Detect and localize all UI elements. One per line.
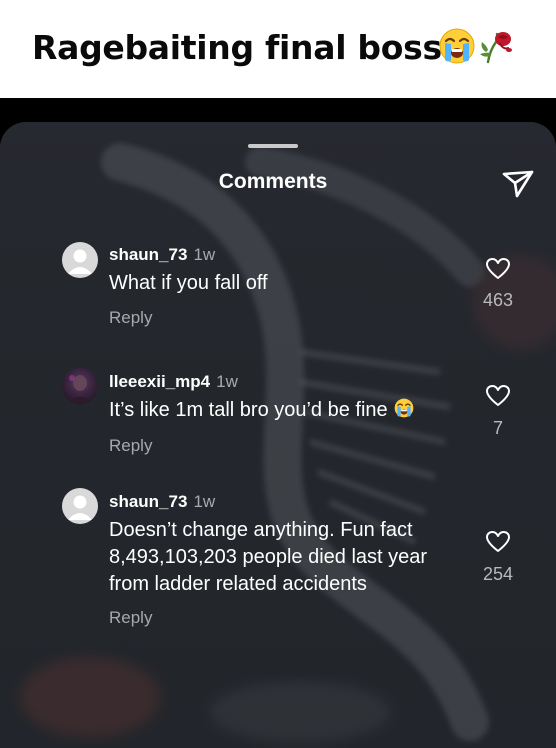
username-text[interactable]: shaun_73 xyxy=(109,492,187,511)
comment-line: What if you fall off xyxy=(109,272,268,294)
comment-line: from ladder related accidents xyxy=(109,573,367,595)
like-count: 254 xyxy=(482,564,514,584)
sheet-title: Comments xyxy=(218,170,328,193)
comment-line: Doesn’t change anything. Fun fact xyxy=(109,519,413,541)
profile-photo xyxy=(67,375,93,404)
paper-plane-icon[interactable] xyxy=(500,166,536,202)
comment-text: It’s like 1m tall bro you’d be fine xyxy=(109,397,415,424)
comment-time: 1w xyxy=(193,492,216,511)
comment-line: It’s like 1m tall bro you’d be fine xyxy=(109,399,388,421)
username-text[interactable]: shaun_73 xyxy=(109,245,187,264)
comment-line: 8,493,103,203 people died last year xyxy=(109,546,428,568)
comment-time: 1w xyxy=(216,372,238,391)
caption-title: Ragebaiting final boss xyxy=(32,28,442,67)
reply-button[interactable]: Reply xyxy=(109,608,152,628)
like-count: 7 xyxy=(492,418,503,438)
comment-username[interactable]: shaun_73 1w xyxy=(109,245,215,265)
heart-icon[interactable] xyxy=(485,257,511,281)
avatar[interactable] xyxy=(62,242,98,278)
heart-icon[interactable] xyxy=(485,530,511,554)
default-avatar-icon xyxy=(68,495,92,520)
heart-icon[interactable] xyxy=(485,384,511,408)
avatar[interactable] xyxy=(62,488,98,524)
like-count: 463 xyxy=(482,290,514,310)
username-text[interactable]: lleeexii_mp4 xyxy=(109,372,210,391)
comment-text: What if you fall off xyxy=(109,270,268,297)
caption-banner: Ragebaiting final boss xyxy=(0,0,556,98)
reply-button[interactable]: Reply xyxy=(109,308,152,328)
comments-overlay: Comments shaun_73 1w What if you fall off… xyxy=(0,98,556,748)
crying-face-emoji-icon xyxy=(439,28,475,64)
reply-button[interactable]: Reply xyxy=(109,436,152,456)
comment-text: Doesn’t change anything. Fun fact 8,493,… xyxy=(109,517,427,598)
comment-username[interactable]: shaun_73 1w xyxy=(109,492,215,512)
comments-sheet: Comments shaun_73 1w What if you fall off… xyxy=(0,122,556,748)
drag-handle[interactable] xyxy=(248,144,298,148)
wilted-rose-emoji-icon xyxy=(480,32,512,64)
comment-time: 1w xyxy=(193,245,216,264)
default-avatar-icon xyxy=(68,249,92,274)
crying-face-emoji-icon xyxy=(394,398,414,418)
comment-username[interactable]: lleeexii_mp4 1w xyxy=(109,372,238,392)
avatar[interactable] xyxy=(62,368,98,404)
